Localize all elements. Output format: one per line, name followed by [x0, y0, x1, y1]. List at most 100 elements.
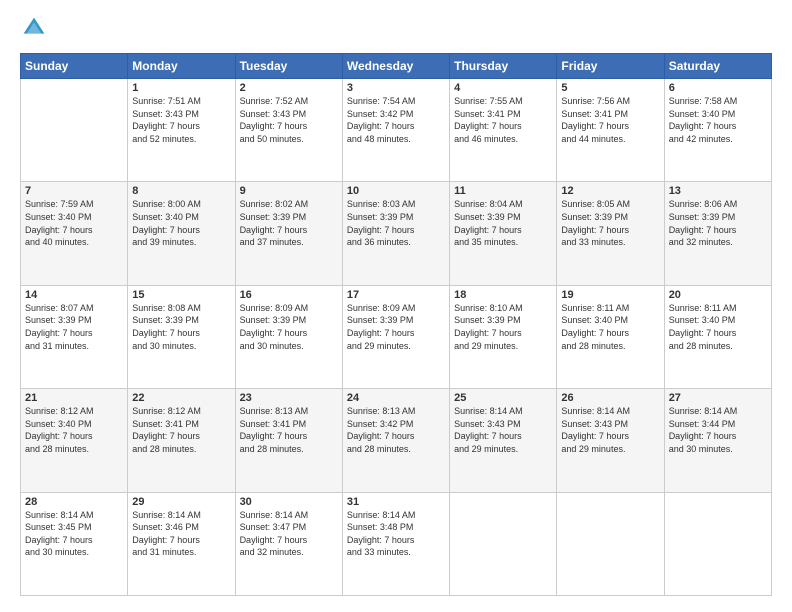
day-number: 28: [25, 496, 123, 508]
cell-content: Sunrise: 7:52 AM Sunset: 3:43 PM Dayligh…: [240, 95, 338, 145]
day-number: 17: [347, 289, 445, 301]
calendar-cell: 7Sunrise: 7:59 AM Sunset: 3:40 PM Daylig…: [21, 182, 128, 285]
cell-content: Sunrise: 8:14 AM Sunset: 3:47 PM Dayligh…: [240, 509, 338, 559]
calendar-cell: [664, 492, 771, 595]
weekday-header-cell: Sunday: [21, 54, 128, 79]
cell-content: Sunrise: 8:14 AM Sunset: 3:44 PM Dayligh…: [669, 405, 767, 455]
calendar-cell: 14Sunrise: 8:07 AM Sunset: 3:39 PM Dayli…: [21, 285, 128, 388]
logo: [20, 16, 46, 45]
day-number: 16: [240, 289, 338, 301]
cell-content: Sunrise: 8:14 AM Sunset: 3:43 PM Dayligh…: [561, 405, 659, 455]
cell-content: Sunrise: 8:05 AM Sunset: 3:39 PM Dayligh…: [561, 198, 659, 248]
calendar-cell: 12Sunrise: 8:05 AM Sunset: 3:39 PM Dayli…: [557, 182, 664, 285]
cell-content: Sunrise: 7:55 AM Sunset: 3:41 PM Dayligh…: [454, 95, 552, 145]
day-number: 6: [669, 82, 767, 94]
calendar-cell: 10Sunrise: 8:03 AM Sunset: 3:39 PM Dayli…: [342, 182, 449, 285]
calendar-body: 1Sunrise: 7:51 AM Sunset: 3:43 PM Daylig…: [21, 79, 772, 596]
day-number: 24: [347, 392, 445, 404]
weekday-header-cell: Saturday: [664, 54, 771, 79]
day-number: 23: [240, 392, 338, 404]
cell-content: Sunrise: 7:54 AM Sunset: 3:42 PM Dayligh…: [347, 95, 445, 145]
weekday-header-cell: Tuesday: [235, 54, 342, 79]
calendar-week-row: 21Sunrise: 8:12 AM Sunset: 3:40 PM Dayli…: [21, 389, 772, 492]
day-number: 13: [669, 185, 767, 197]
day-number: 1: [132, 82, 230, 94]
calendar-cell: [450, 492, 557, 595]
calendar-week-row: 14Sunrise: 8:07 AM Sunset: 3:39 PM Dayli…: [21, 285, 772, 388]
cell-content: Sunrise: 7:59 AM Sunset: 3:40 PM Dayligh…: [25, 198, 123, 248]
calendar-cell: 25Sunrise: 8:14 AM Sunset: 3:43 PM Dayli…: [450, 389, 557, 492]
weekday-header-cell: Monday: [128, 54, 235, 79]
header: [20, 16, 772, 45]
cell-content: Sunrise: 8:14 AM Sunset: 3:48 PM Dayligh…: [347, 509, 445, 559]
cell-content: Sunrise: 8:03 AM Sunset: 3:39 PM Dayligh…: [347, 198, 445, 248]
cell-content: Sunrise: 8:07 AM Sunset: 3:39 PM Dayligh…: [25, 302, 123, 352]
day-number: 18: [454, 289, 552, 301]
cell-content: Sunrise: 8:11 AM Sunset: 3:40 PM Dayligh…: [669, 302, 767, 352]
calendar-cell: [557, 492, 664, 595]
calendar-cell: 27Sunrise: 8:14 AM Sunset: 3:44 PM Dayli…: [664, 389, 771, 492]
cell-content: Sunrise: 8:14 AM Sunset: 3:46 PM Dayligh…: [132, 509, 230, 559]
calendar-cell: 13Sunrise: 8:06 AM Sunset: 3:39 PM Dayli…: [664, 182, 771, 285]
calendar-cell: 26Sunrise: 8:14 AM Sunset: 3:43 PM Dayli…: [557, 389, 664, 492]
calendar-cell: 18Sunrise: 8:10 AM Sunset: 3:39 PM Dayli…: [450, 285, 557, 388]
calendar-week-row: 1Sunrise: 7:51 AM Sunset: 3:43 PM Daylig…: [21, 79, 772, 182]
calendar-cell: 2Sunrise: 7:52 AM Sunset: 3:43 PM Daylig…: [235, 79, 342, 182]
cell-content: Sunrise: 7:51 AM Sunset: 3:43 PM Dayligh…: [132, 95, 230, 145]
calendar-cell: 23Sunrise: 8:13 AM Sunset: 3:41 PM Dayli…: [235, 389, 342, 492]
cell-content: Sunrise: 7:58 AM Sunset: 3:40 PM Dayligh…: [669, 95, 767, 145]
calendar-cell: 28Sunrise: 8:14 AM Sunset: 3:45 PM Dayli…: [21, 492, 128, 595]
logo-icon: [22, 16, 46, 40]
weekday-header-row: SundayMondayTuesdayWednesdayThursdayFrid…: [21, 54, 772, 79]
cell-content: Sunrise: 8:13 AM Sunset: 3:41 PM Dayligh…: [240, 405, 338, 455]
weekday-header-cell: Friday: [557, 54, 664, 79]
weekday-header-cell: Wednesday: [342, 54, 449, 79]
day-number: 19: [561, 289, 659, 301]
calendar-cell: 22Sunrise: 8:12 AM Sunset: 3:41 PM Dayli…: [128, 389, 235, 492]
calendar-cell: 20Sunrise: 8:11 AM Sunset: 3:40 PM Dayli…: [664, 285, 771, 388]
day-number: 29: [132, 496, 230, 508]
cell-content: Sunrise: 8:14 AM Sunset: 3:45 PM Dayligh…: [25, 509, 123, 559]
calendar-cell: 9Sunrise: 8:02 AM Sunset: 3:39 PM Daylig…: [235, 182, 342, 285]
calendar-cell: 11Sunrise: 8:04 AM Sunset: 3:39 PM Dayli…: [450, 182, 557, 285]
calendar-cell: 29Sunrise: 8:14 AM Sunset: 3:46 PM Dayli…: [128, 492, 235, 595]
cell-content: Sunrise: 8:04 AM Sunset: 3:39 PM Dayligh…: [454, 198, 552, 248]
calendar-cell: 8Sunrise: 8:00 AM Sunset: 3:40 PM Daylig…: [128, 182, 235, 285]
page: SundayMondayTuesdayWednesdayThursdayFrid…: [0, 0, 792, 612]
calendar-table: SundayMondayTuesdayWednesdayThursdayFrid…: [20, 53, 772, 596]
day-number: 4: [454, 82, 552, 94]
calendar-week-row: 28Sunrise: 8:14 AM Sunset: 3:45 PM Dayli…: [21, 492, 772, 595]
day-number: 5: [561, 82, 659, 94]
calendar-cell: 16Sunrise: 8:09 AM Sunset: 3:39 PM Dayli…: [235, 285, 342, 388]
cell-content: Sunrise: 8:06 AM Sunset: 3:39 PM Dayligh…: [669, 198, 767, 248]
calendar-cell: 17Sunrise: 8:09 AM Sunset: 3:39 PM Dayli…: [342, 285, 449, 388]
day-number: 31: [347, 496, 445, 508]
calendar-cell: 4Sunrise: 7:55 AM Sunset: 3:41 PM Daylig…: [450, 79, 557, 182]
calendar-cell: 15Sunrise: 8:08 AM Sunset: 3:39 PM Dayli…: [128, 285, 235, 388]
day-number: 11: [454, 185, 552, 197]
cell-content: Sunrise: 8:09 AM Sunset: 3:39 PM Dayligh…: [347, 302, 445, 352]
cell-content: Sunrise: 8:09 AM Sunset: 3:39 PM Dayligh…: [240, 302, 338, 352]
day-number: 14: [25, 289, 123, 301]
day-number: 10: [347, 185, 445, 197]
day-number: 12: [561, 185, 659, 197]
day-number: 21: [25, 392, 123, 404]
day-number: 27: [669, 392, 767, 404]
day-number: 7: [25, 185, 123, 197]
weekday-header-cell: Thursday: [450, 54, 557, 79]
calendar-week-row: 7Sunrise: 7:59 AM Sunset: 3:40 PM Daylig…: [21, 182, 772, 285]
day-number: 22: [132, 392, 230, 404]
cell-content: Sunrise: 8:12 AM Sunset: 3:41 PM Dayligh…: [132, 405, 230, 455]
day-number: 15: [132, 289, 230, 301]
day-number: 20: [669, 289, 767, 301]
calendar-cell: 19Sunrise: 8:11 AM Sunset: 3:40 PM Dayli…: [557, 285, 664, 388]
day-number: 9: [240, 185, 338, 197]
calendar-cell: [21, 79, 128, 182]
calendar-cell: 6Sunrise: 7:58 AM Sunset: 3:40 PM Daylig…: [664, 79, 771, 182]
day-number: 3: [347, 82, 445, 94]
day-number: 26: [561, 392, 659, 404]
calendar-cell: 3Sunrise: 7:54 AM Sunset: 3:42 PM Daylig…: [342, 79, 449, 182]
cell-content: Sunrise: 8:11 AM Sunset: 3:40 PM Dayligh…: [561, 302, 659, 352]
calendar-cell: 31Sunrise: 8:14 AM Sunset: 3:48 PM Dayli…: [342, 492, 449, 595]
calendar-cell: 5Sunrise: 7:56 AM Sunset: 3:41 PM Daylig…: [557, 79, 664, 182]
